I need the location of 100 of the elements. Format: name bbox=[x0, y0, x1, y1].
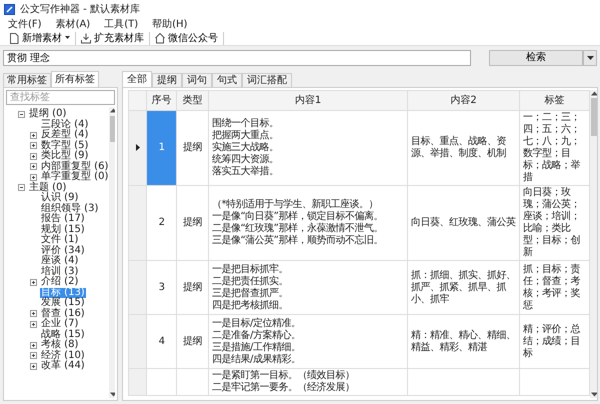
content-tab[interactable]: 词句 bbox=[182, 73, 212, 87]
tree-item[interactable]: 发展 (15) bbox=[40, 298, 86, 308]
scrollbar-thumb[interactable] bbox=[110, 116, 115, 142]
text-line: （*特别适用于与学生、新职工座谈。） bbox=[212, 199, 379, 210]
menu-item[interactable]: 文件(F) bbox=[8, 18, 42, 31]
text-line: 一是把目标抓牢。 bbox=[212, 264, 289, 276]
tree-item[interactable]: 企业 (7) bbox=[40, 319, 80, 330]
toolbar-button[interactable]: 微信公众号 bbox=[150, 32, 224, 44]
collapse-icon[interactable] bbox=[18, 184, 25, 192]
expand-icon[interactable] bbox=[30, 278, 37, 286]
content-tab[interactable]: 全部 bbox=[122, 71, 152, 87]
tree-item[interactable]: 组织领导 (3) bbox=[40, 204, 100, 214]
text-line: 三是像“蒲公英”那样，顺势而动不忘旧。 bbox=[212, 235, 384, 247]
tree-item[interactable]: 单字重复型 (0) bbox=[40, 172, 110, 182]
text-line: 一是紧盯第一目标。（绩效目标） bbox=[212, 370, 356, 382]
text-line: 把握两大重点。 bbox=[212, 130, 280, 142]
table-cell: 抓：抓细、抓实、抓好、抓严、抓紧、抓早、抓小、抓牢 bbox=[408, 260, 520, 314]
expand-icon[interactable] bbox=[30, 174, 37, 181]
tree-item[interactable]: 评价 (34) bbox=[40, 246, 86, 256]
expand-icon[interactable] bbox=[30, 310, 37, 318]
sidebar-tab[interactable]: 常用标签 bbox=[3, 73, 51, 87]
table-cell: 1 bbox=[146, 110, 176, 186]
expand-icon[interactable] bbox=[30, 152, 37, 160]
text-line: 围绕一个目标。 bbox=[212, 118, 280, 130]
text-line: 二是准备/方案精心。 bbox=[212, 330, 302, 342]
table-cell: 4 bbox=[146, 314, 176, 368]
table-cell: 2 bbox=[146, 186, 176, 260]
tag-search-field[interactable]: 查找标签 bbox=[6, 90, 115, 105]
tree-item[interactable]: 提纲 (0) bbox=[28, 109, 68, 120]
content-tab[interactable]: 句式 bbox=[212, 73, 242, 87]
expand-icon[interactable] bbox=[30, 142, 37, 150]
download-icon bbox=[81, 32, 91, 44]
scrollbar[interactable] bbox=[590, 90, 597, 398]
table-cell: 提纲 bbox=[176, 260, 208, 314]
expand-icon[interactable] bbox=[30, 163, 37, 170]
toolbar-button[interactable]: 新增素材 bbox=[4, 32, 76, 44]
content-tab[interactable]: 提纲 bbox=[152, 73, 182, 87]
text-line: 统筹四大资源。 bbox=[212, 154, 280, 166]
tree-item[interactable]: 战略 (15) bbox=[40, 330, 86, 340]
tree-item[interactable]: 内部重复型 (6) bbox=[40, 162, 110, 172]
text-line: 三是把督查抓严。 bbox=[212, 288, 289, 300]
menu-item[interactable]: 素材(A) bbox=[56, 18, 90, 31]
tree-item[interactable]: 改革 (44) bbox=[40, 361, 86, 372]
text-line: 落实五大举措。 bbox=[212, 166, 280, 178]
table-cell: 3 bbox=[146, 260, 176, 314]
scroll-down-icon[interactable] bbox=[591, 392, 597, 397]
expand-icon[interactable] bbox=[30, 352, 37, 360]
menu-item[interactable]: 帮助(H) bbox=[152, 18, 188, 31]
tree-item[interactable]: 三段论 (4) bbox=[40, 120, 90, 130]
expand-icon[interactable] bbox=[30, 362, 37, 370]
caret-icon bbox=[586, 56, 594, 60]
sidebar-tab[interactable]: 所有标签 bbox=[51, 71, 99, 87]
toolbar-button[interactable]: 扩充素材库 bbox=[76, 32, 150, 44]
text-line: 二是把责任抓实。 bbox=[212, 276, 289, 288]
dropdown-button[interactable] bbox=[583, 50, 597, 66]
tree-item[interactable]: 督查 (16) bbox=[40, 308, 86, 319]
search-button[interactable]: 检索 bbox=[489, 50, 584, 66]
tree-item[interactable]: 反差型 (4) bbox=[40, 130, 90, 140]
column-header[interactable]: 内容2 bbox=[408, 90, 520, 110]
tree-item[interactable]: 经济 (10) bbox=[40, 350, 86, 361]
tree-item[interactable]: 文件 (1) bbox=[40, 235, 80, 246]
tree-item[interactable]: 考核 (8) bbox=[40, 340, 80, 350]
home-icon bbox=[155, 32, 165, 44]
column-header[interactable]: 内容1 bbox=[208, 90, 408, 110]
tree-item[interactable]: 类比型 (9) bbox=[40, 151, 90, 162]
column-header[interactable]: 类型 bbox=[176, 90, 208, 110]
scroll-up-icon[interactable] bbox=[110, 108, 115, 113]
scroll-down-icon[interactable] bbox=[110, 392, 115, 397]
expand-icon[interactable] bbox=[30, 132, 37, 139]
column-header[interactable]: 序号 bbox=[146, 90, 176, 110]
content-tab[interactable]: 词汇搭配 bbox=[242, 73, 292, 87]
text-line: 四是结果/成果精彩。 bbox=[212, 354, 302, 366]
text-line: 一是像“向日葵”那样，锁定目标不偏离。 bbox=[212, 211, 384, 222]
tree-item[interactable]: 规划 (15) bbox=[40, 224, 86, 235]
expand-icon[interactable] bbox=[30, 320, 37, 328]
tree-item[interactable]: 认识 (9) bbox=[40, 193, 80, 204]
expand-icon[interactable] bbox=[30, 342, 37, 349]
text-line: 二是牢记第一要务。（经济发展） bbox=[212, 382, 356, 394]
search-field[interactable]: 贯彻 理念 bbox=[3, 50, 471, 66]
column-header[interactable]: 标签 bbox=[520, 90, 590, 110]
text-line: 四是把考核抓细。 bbox=[212, 300, 289, 312]
window-title: 公文写作神器 - 默认素材库 bbox=[20, 2, 140, 16]
tree-item[interactable]: 报告 (17) bbox=[40, 214, 86, 224]
tree-item[interactable]: 介绍 (2) bbox=[40, 277, 80, 288]
scrollbar-thumb[interactable] bbox=[591, 98, 597, 136]
collapse-icon[interactable] bbox=[18, 110, 25, 118]
menu-item[interactable]: 工具(T) bbox=[104, 18, 138, 31]
tree-item[interactable]: 主题 (0) bbox=[28, 182, 68, 193]
app-icon bbox=[4, 4, 15, 14]
text-line: 实施三大战略。 bbox=[212, 142, 280, 154]
table-cell: 提纲 bbox=[176, 314, 208, 368]
table-cell: 提纲 bbox=[176, 110, 208, 186]
tree-item[interactable]: 培训 (3) bbox=[40, 266, 80, 277]
tree-item[interactable]: 座谈 (4) bbox=[40, 256, 80, 266]
text-line: 三是措施/工作精细。 bbox=[212, 342, 302, 354]
table-cell: 精：精准、精心、精细、精益、精彩、精湛 bbox=[408, 314, 520, 368]
caret-icon[interactable] bbox=[65, 36, 70, 40]
text-line: 一是目标/定位精准。 bbox=[212, 318, 302, 330]
tree-item[interactable]: 数字型 (5) bbox=[40, 140, 90, 151]
scroll-up-icon[interactable] bbox=[591, 91, 597, 96]
